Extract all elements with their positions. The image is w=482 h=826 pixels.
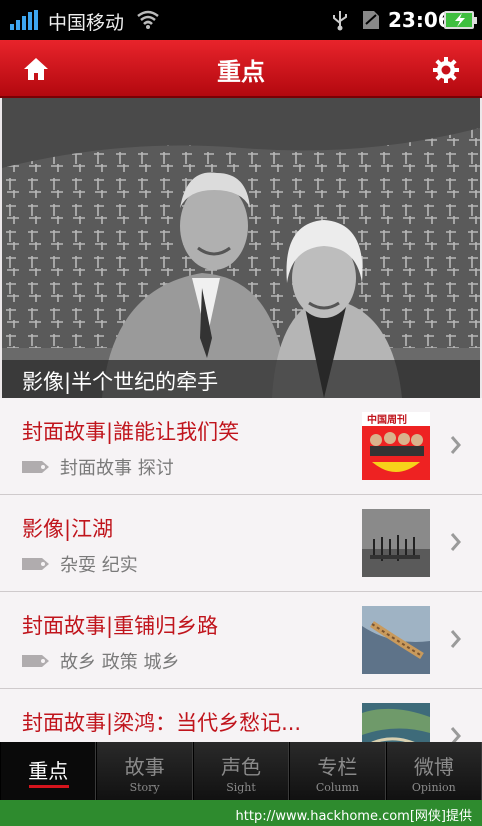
hero-photo (2, 98, 480, 398)
watermark: http://www.hackhome.com[网侠]提供 (0, 800, 482, 826)
usb-icon (333, 11, 347, 31)
tab-opinion[interactable]: 微博 Opinion (385, 742, 482, 800)
chevron-right-icon (450, 630, 461, 648)
bottom-tab-bar: 重点 故事 Story 声色 Sight 专栏 Column 微博 Opinio… (0, 742, 482, 800)
carrier-name: 中国移动 (48, 12, 125, 34)
tab-label: 故事 (124, 755, 165, 779)
article-title: 封面故事|重铺归乡路 (22, 614, 219, 638)
article-tags: 杂耍 纪实 (60, 555, 138, 576)
active-tab-indicator (29, 785, 69, 788)
article-title: 影像|江湖 (22, 517, 114, 541)
hero-caption: 影像|半个世纪的牵手 (2, 360, 480, 398)
battery-charging-icon (444, 11, 477, 29)
page-title: 重点 (217, 58, 265, 86)
article-tags: 封面故事 探讨 (60, 458, 174, 479)
tab-sublabel: Story (129, 781, 160, 794)
list-item[interactable]: 封面故事|重铺归乡路 故乡 政策 城乡 (0, 592, 482, 689)
article-title: 封面故事|誰能让我们笑 (22, 420, 240, 444)
tab-story[interactable]: 故事 Story (96, 742, 193, 800)
clock: 23:06 (388, 8, 452, 32)
tab-key-points[interactable]: 重点 (0, 742, 97, 800)
magazine-cover-thumbnail: 中国周刊 (362, 412, 430, 480)
tab-sublabel: Opinion (411, 781, 456, 794)
list-item[interactable]: 影像|江湖 杂耍 纪实 (0, 495, 482, 592)
tab-label: 声色 (221, 755, 262, 779)
gear-icon[interactable] (432, 56, 460, 84)
svg-text:中国周刊: 中国周刊 (367, 413, 407, 426)
tab-label: 重点 (28, 759, 69, 783)
app-screen: 中国移动 23:06 重点 影像|半个世纪的牵手 封面故事|誰能让我们笑 封面故… (0, 0, 482, 826)
tag-icon (22, 461, 49, 473)
status-bar: 中国移动 23:06 (0, 0, 482, 40)
tab-sight[interactable]: 声色 Sight (192, 742, 290, 800)
signal-icon (10, 10, 38, 30)
list-item[interactable]: 封面故事|誰能让我们笑 封面故事 探讨 中国周刊 (0, 398, 482, 495)
chevron-right-icon (450, 533, 461, 551)
app-header: 重点 (0, 40, 482, 98)
tag-icon (22, 655, 49, 667)
article-tags: 故乡 政策 城乡 (60, 652, 180, 673)
sd-card-icon (363, 11, 379, 29)
wifi-icon (137, 10, 159, 29)
hero-banner[interactable]: 影像|半个世纪的牵手 (2, 98, 480, 398)
tab-label: 微博 (413, 755, 454, 779)
article-title: 封面故事|梁鸿：当代乡愁记... (22, 711, 302, 735)
river-photo-thumbnail (362, 606, 430, 674)
tag-icon (22, 558, 49, 570)
tab-sublabel: Sight (226, 781, 256, 794)
tab-column[interactable]: 专栏 Column (289, 742, 386, 800)
chevron-right-icon (450, 436, 461, 454)
tab-label: 专栏 (317, 755, 358, 779)
street-photo-thumbnail (362, 509, 430, 577)
tab-sublabel: Column (315, 781, 359, 794)
